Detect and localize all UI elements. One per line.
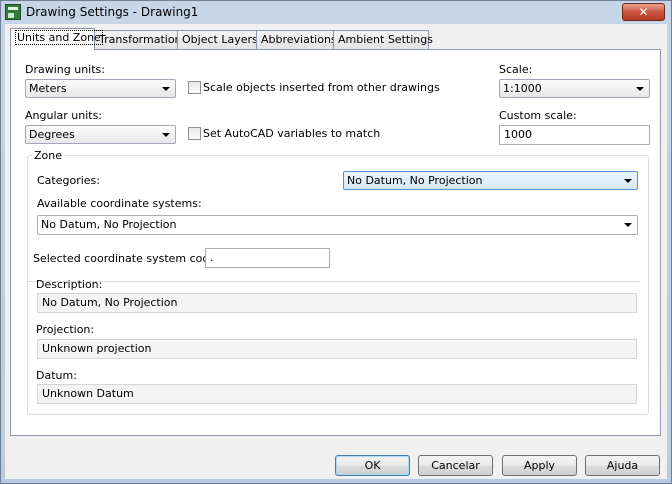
categories-value: No Datum, No Projection — [347, 174, 483, 187]
cancel-button[interactable]: Cancelar — [418, 455, 493, 476]
chevron-down-icon — [624, 179, 632, 183]
scale-objects-checkbox[interactable] — [188, 81, 201, 94]
zone-frame — [27, 155, 649, 415]
categories-select[interactable]: No Datum, No Projection — [343, 171, 638, 190]
chevron-down-icon — [162, 87, 170, 91]
close-button[interactable]: ✕ — [622, 3, 665, 21]
zone-title: Zone — [32, 149, 65, 162]
ok-button[interactable]: OK — [335, 455, 410, 476]
selected-code-input[interactable]: . — [205, 248, 330, 268]
available-systems-value: No Datum, No Projection — [41, 218, 177, 231]
datum-label: Datum: — [36, 369, 77, 382]
description-label: Description: — [36, 278, 103, 291]
chevron-down-icon — [636, 87, 644, 91]
angular-units-label: Angular units: — [25, 109, 103, 122]
apply-button[interactable]: Apply — [502, 455, 577, 476]
custom-scale-label: Custom scale: — [499, 109, 577, 122]
projection-label: Projection: — [36, 323, 95, 336]
set-autocad-label: Set AutoCAD variables to match — [203, 127, 381, 140]
tab-object-layers[interactable]: Object Layers — [177, 30, 258, 49]
drawing-units-value: Meters — [29, 82, 67, 95]
drawing-settings-icon — [5, 4, 21, 20]
zone-separator — [28, 281, 640, 282]
scale-value: 1:1000 — [503, 82, 542, 95]
window-title: Drawing Settings - Drawing1 — [26, 5, 199, 19]
tab-abbreviations[interactable]: Abbreviations — [256, 30, 337, 49]
angular-units-value: Degrees — [29, 128, 75, 141]
scale-label: Scale: — [499, 63, 533, 76]
set-autocad-checkbox[interactable] — [188, 127, 201, 140]
drawing-units-label: Drawing units: — [25, 63, 105, 76]
tab-transformation[interactable]: Transformation — [94, 30, 182, 49]
available-systems-select[interactable]: No Datum, No Projection — [37, 215, 638, 235]
scale-objects-label: Scale objects inserted from other drawin… — [203, 81, 440, 94]
selected-code-label: Selected coordinate system code: — [33, 252, 220, 265]
chevron-down-icon — [624, 223, 632, 227]
title-bar: Drawing Settings - Drawing1 ✕ — [1, 1, 671, 23]
tab-units-and-zone[interactable]: Units and Zone — [10, 28, 103, 50]
chevron-down-icon — [162, 133, 170, 137]
dialog-client: Units and Zone Transformation Object Lay… — [5, 24, 667, 479]
help-button[interactable]: Ajuda — [585, 455, 660, 476]
tab-ambient-settings[interactable]: Ambient Settings — [333, 30, 433, 49]
description-field: No Datum, No Projection — [37, 293, 637, 313]
drawing-units-select[interactable]: Meters — [25, 79, 176, 98]
datum-field: Unknown Datum — [37, 384, 637, 404]
custom-scale-input[interactable]: 1000 — [499, 125, 650, 145]
projection-field: Unknown projection — [37, 339, 637, 359]
angular-units-select[interactable]: Degrees — [25, 125, 176, 144]
dialog-window: Drawing Settings - Drawing1 ✕ Units and … — [0, 0, 672, 484]
available-systems-label: Available coordinate systems: — [37, 197, 202, 210]
categories-label: Categories: — [37, 174, 100, 187]
scale-select[interactable]: 1:1000 — [499, 79, 650, 98]
